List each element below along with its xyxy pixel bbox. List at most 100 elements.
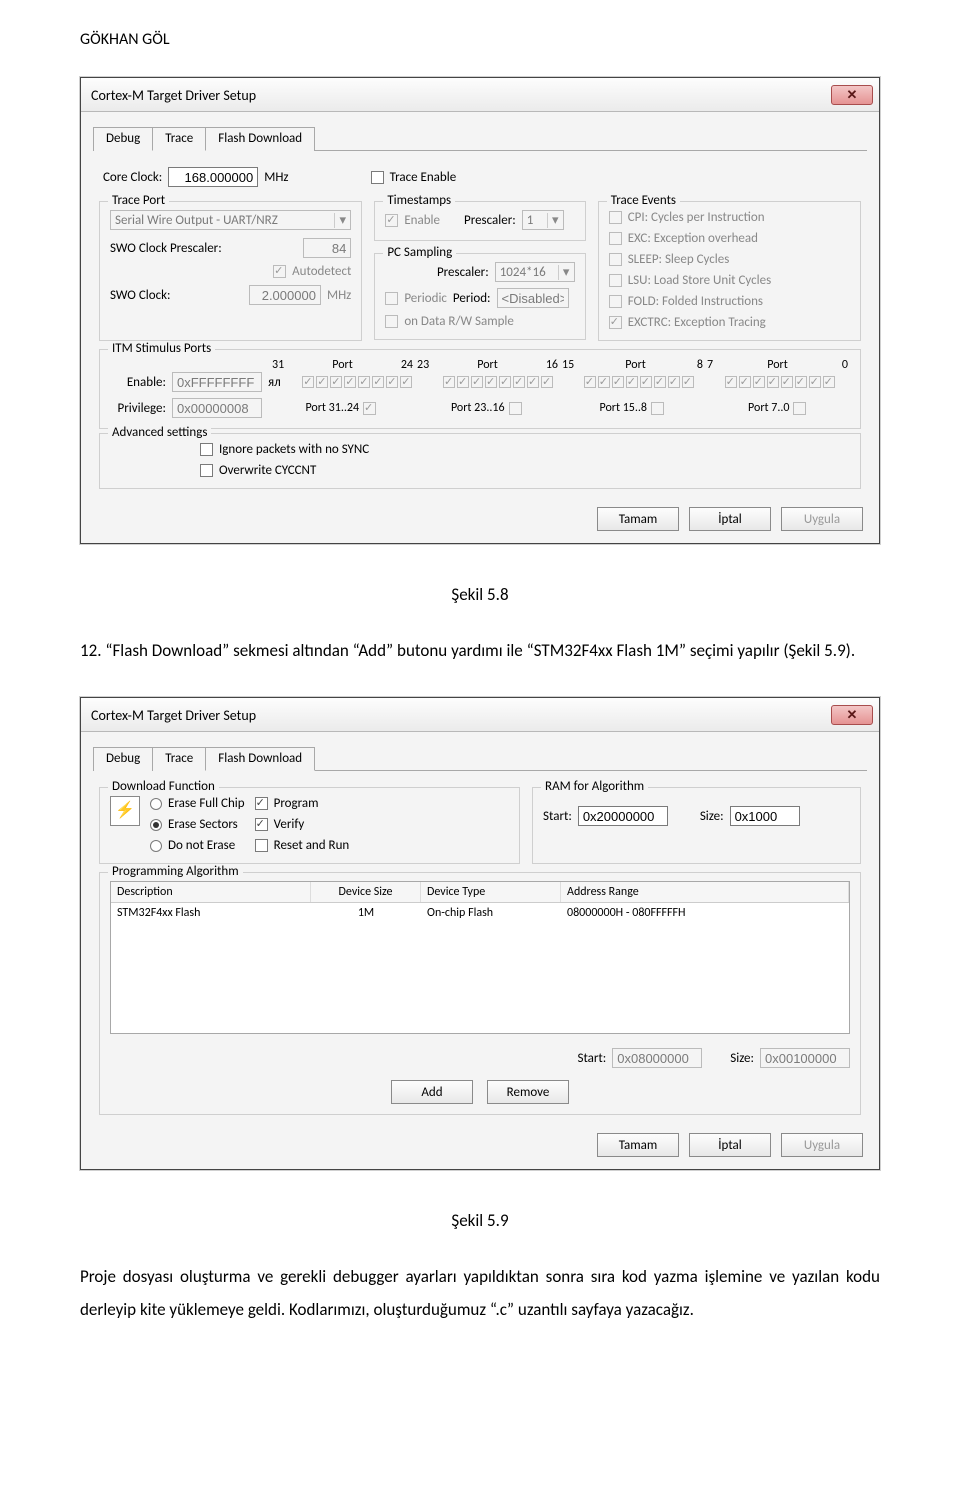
overwrite-cyccnt-checkbox[interactable] (200, 464, 213, 477)
itm-priv-label: Privilege: (110, 401, 166, 416)
pcsample-legend: PC Sampling (383, 245, 456, 260)
mhz-label: MHz (264, 170, 288, 185)
timestamps-presc-combo[interactable]: 1 ▾ (522, 210, 564, 230)
paragraph-12: 12. “Flash Download” sekmesi altından “A… (80, 635, 880, 667)
autodetect-checkbox (273, 265, 286, 278)
itm-enable-label: Enable: (110, 375, 166, 390)
exc-checkbox (609, 232, 622, 245)
period-label: Period: (453, 291, 491, 306)
cpi-checkbox (609, 211, 622, 224)
reset-run-label: Reset and Run (274, 838, 350, 853)
swo-clock-mhz: MHz (327, 288, 351, 303)
th-size: Device Size (311, 882, 421, 902)
ram-size-input[interactable] (730, 806, 800, 826)
ram-legend: RAM for Algorithm (541, 779, 648, 794)
trace-port-legend: Trace Port (108, 193, 169, 208)
exctrc-label: EXCTRC: Exception Tracing (628, 315, 766, 330)
chevron-down-icon: ▾ (334, 213, 350, 228)
verify-checkbox[interactable] (255, 818, 268, 831)
th-range: Address Range (561, 882, 849, 902)
autodetect-label: Autodetect (292, 264, 351, 279)
tab-flash-download[interactable]: Flash Download (205, 747, 315, 771)
periodic-label: Periodic (404, 291, 447, 306)
prog-size-label: Size: (730, 1051, 754, 1066)
ok-button[interactable]: Tamam (597, 1133, 679, 1157)
port-lbl: Port (332, 358, 353, 372)
do-not-erase-radio[interactable] (150, 840, 162, 852)
datarw-label: on Data R/W Sample (404, 314, 514, 329)
titlebar: Cortex-M Target Driver Setup ✕ (81, 698, 879, 732)
port-lbl: 8 (697, 358, 703, 372)
timestamps-enable-label: Enable (404, 213, 440, 228)
itm-legend: ITM Stimulus Ports (108, 341, 215, 356)
priv-g4-check (793, 402, 806, 415)
close-icon[interactable]: ✕ (831, 85, 873, 105)
cancel-button[interactable]: İptal (689, 1133, 771, 1157)
adv-legend: Advanced settings (108, 425, 211, 440)
ram-start-input[interactable] (578, 806, 668, 826)
priv-g3-check (651, 402, 664, 415)
cancel-button[interactable]: İptal (689, 507, 771, 531)
periodic-checkbox (385, 292, 398, 305)
port-group-2 (428, 376, 569, 388)
core-clock-input[interactable] (168, 167, 258, 187)
dialog-title: Cortex-M Target Driver Setup (91, 87, 831, 104)
port-lbl: 31 (272, 358, 284, 372)
datarw-checkbox (385, 315, 398, 328)
core-clock-label: Core Clock: (103, 170, 162, 185)
erase-sectors-radio[interactable] (150, 819, 162, 831)
th-description: Description (111, 882, 311, 902)
program-checkbox[interactable] (255, 797, 268, 810)
port-group-3 (568, 376, 709, 388)
timestamps-legend: Timestamps (383, 193, 455, 208)
ram-size-label: Size: (700, 809, 724, 824)
algorithm-table[interactable]: Description Device Size Device Type Addr… (110, 881, 850, 1034)
prog-start-label: Start: (577, 1051, 606, 1066)
port-lbl: Port (767, 358, 788, 372)
port-lbl: 23 (417, 358, 429, 372)
tab-trace[interactable]: Trace (152, 127, 206, 151)
priv-g1-check (363, 402, 376, 415)
timestamps-presc-label: Prescaler: (464, 213, 516, 228)
port-lbl: 7 (707, 358, 713, 372)
sleep-checkbox (609, 253, 622, 266)
dialog-flash-download: Cortex-M Target Driver Setup ✕ Debug Tra… (80, 697, 880, 1170)
swo-clock-input (249, 285, 321, 305)
load-icon: ⚡ (110, 796, 140, 826)
program-label: Program (274, 796, 319, 811)
erase-full-label: Erase Full Chip (168, 796, 245, 811)
tab-trace[interactable]: Trace (152, 747, 206, 771)
itm-enable-input (172, 372, 262, 392)
pcsample-presc-combo[interactable]: 1024*16 ▾ (495, 262, 575, 282)
add-button[interactable]: Add (391, 1080, 473, 1104)
trace-port-combo[interactable]: Serial Wire Output - UART/NRZ ▾ (110, 210, 351, 230)
itm-priv-input (172, 398, 262, 418)
trace-enable-checkbox[interactable] (371, 171, 384, 184)
port-group-4 (709, 376, 850, 388)
erase-full-radio[interactable] (150, 798, 162, 810)
ok-button[interactable]: Tamam (597, 507, 679, 531)
port-lbl: 16 (546, 358, 558, 372)
priv-g2-check (509, 402, 522, 415)
ignore-sync-checkbox[interactable] (200, 443, 213, 456)
swo-prescaler-input (303, 238, 351, 258)
paragraph-final: Proje dosyası oluşturma ve gerekli debug… (80, 1261, 880, 1326)
reset-run-checkbox[interactable] (255, 839, 268, 852)
apply-button: Uygula (781, 1133, 863, 1157)
cpi-label: CPI: Cycles per Instruction (628, 210, 765, 225)
port-lbl: 15 (562, 358, 574, 372)
row-range: 08000000H - 080FFFFFH (561, 903, 849, 923)
tab-debug[interactable]: Debug (93, 127, 153, 151)
table-row[interactable]: STM32F4xx Flash 1M On-chip Flash 0800000… (111, 903, 849, 923)
priv-g4-label: Port 7..0 (748, 401, 789, 415)
prog-start-input (612, 1048, 702, 1068)
exc-label: EXC: Exception overhead (628, 231, 758, 246)
titlebar: Cortex-M Target Driver Setup ✕ (81, 78, 879, 112)
dialog-title: Cortex-M Target Driver Setup (91, 707, 831, 724)
lsu-checkbox (609, 274, 622, 287)
close-icon[interactable]: ✕ (831, 705, 873, 725)
remove-button[interactable]: Remove (487, 1080, 569, 1104)
tab-flash-download[interactable]: Flash Download (205, 127, 315, 151)
tab-debug[interactable]: Debug (93, 747, 153, 771)
chevron-down-icon: ▾ (558, 265, 574, 280)
